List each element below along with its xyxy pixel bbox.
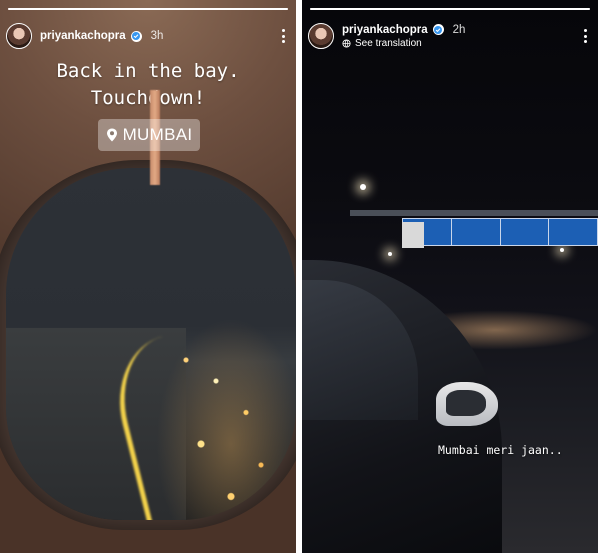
post-time: 2h: [452, 23, 466, 36]
road-sign-panel: [549, 219, 597, 245]
verified-badge-icon: [432, 24, 444, 35]
story-progress-bar: [8, 8, 288, 10]
more-options-icon-dot: [281, 40, 285, 43]
story-progress-bar: [310, 8, 590, 10]
road-sign-board: [402, 218, 598, 246]
avatar[interactable]: [308, 23, 334, 49]
more-options-button[interactable]: [578, 26, 592, 46]
airplane-window-view: [6, 168, 296, 520]
user-row: priyankachopra 3h: [40, 30, 163, 42]
see-translation-link[interactable]: See translation: [342, 38, 465, 49]
street-lamp: [388, 252, 392, 256]
story-left[interactable]: priyankachopra 3h Back in the bay. Touch…: [0, 0, 296, 553]
caption-line-1: Back in the bay.: [56, 60, 240, 82]
story-progress-fill: [310, 8, 590, 10]
location-pin-icon: [106, 128, 117, 142]
road-sign-side: [402, 222, 424, 248]
post-time: 3h: [150, 30, 164, 42]
street-lamp: [560, 248, 564, 252]
translate-icon: [342, 38, 351, 48]
user-block: priyankachopra 2h See translation: [342, 24, 465, 49]
see-translation-label: See translation: [355, 37, 422, 49]
more-options-icon-dot: [281, 34, 285, 38]
caption-line-2: Touchdown!: [90, 87, 206, 109]
username[interactable]: priyankachopra: [40, 30, 126, 42]
sign-gantry: [350, 210, 598, 216]
story-caption: Back in the bay. Touchdown!: [0, 58, 296, 112]
username[interactable]: priyankachopra: [342, 24, 428, 36]
more-options-icon: [583, 29, 587, 32]
more-options-icon-dot: [583, 40, 587, 43]
user-row: priyankachopra 2h: [342, 24, 465, 36]
user-block: priyankachopra 3h: [40, 30, 163, 42]
story-right[interactable]: priyankachopra 2h See translation Mumbai…: [302, 0, 598, 553]
more-options-button[interactable]: [276, 26, 290, 46]
location-label: MUMBAI: [122, 125, 193, 144]
story-progress-fill: [8, 8, 288, 10]
road-sign-panel: [501, 219, 550, 245]
more-options-icon: [281, 29, 285, 32]
street-lamp: [360, 184, 366, 190]
story-header: priyankachopra 2h See translation: [308, 20, 592, 52]
location-sticker[interactable]: MUMBAI: [98, 119, 200, 151]
verified-badge-icon: [130, 30, 142, 42]
avatar[interactable]: [6, 23, 32, 49]
side-mirror: [436, 382, 498, 426]
more-options-icon-dot: [583, 34, 587, 38]
story-header: priyankachopra 3h: [6, 20, 290, 52]
story-caption: Mumbai meri jaan..: [438, 443, 563, 457]
road-sign-panel: [452, 219, 501, 245]
